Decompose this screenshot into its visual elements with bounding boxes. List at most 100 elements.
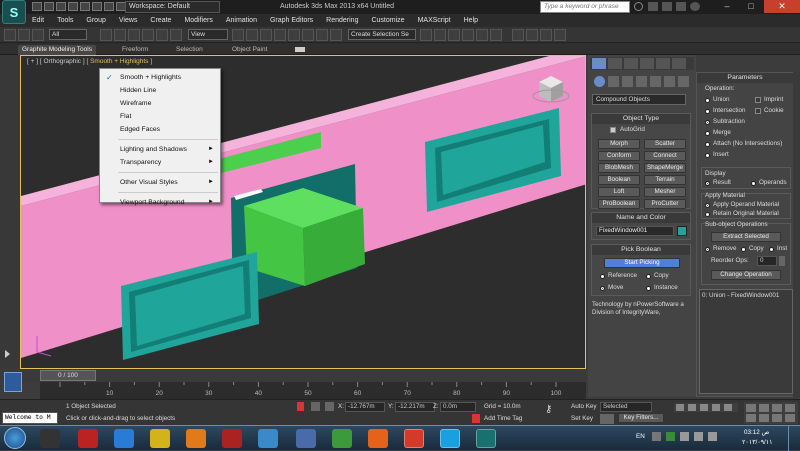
motion-tab-icon[interactable]: [640, 58, 654, 69]
viewport-plus-menu[interactable]: [ + ]: [27, 58, 38, 65]
set-key-button[interactable]: Set Key: [571, 415, 593, 422]
copy-radio[interactable]: [741, 247, 746, 252]
lock-selection-icon[interactable]: [297, 402, 304, 411]
orbit-icon[interactable]: [772, 414, 782, 422]
select-by-name-icon[interactable]: [114, 29, 126, 41]
boolean-button[interactable]: Boolean: [598, 175, 640, 185]
rotate-icon[interactable]: [170, 29, 182, 41]
mirror-icon[interactable]: [420, 29, 432, 41]
play-icon[interactable]: [700, 404, 708, 411]
x-coordinate-input[interactable]: -12.767m: [345, 402, 385, 412]
search-input[interactable]: Type a keyword or phrase: [540, 1, 630, 13]
shapes-icon[interactable]: [608, 76, 619, 87]
menu-item-flat[interactable]: Flat: [100, 110, 220, 123]
default-in-out-tangents-icon[interactable]: [600, 414, 614, 424]
cookie-checkbox[interactable]: [755, 108, 761, 114]
imprint-checkbox[interactable]: [755, 97, 761, 103]
autogrid-checkbox[interactable]: [610, 127, 616, 133]
menu-item-transparency[interactable]: Transparency ►: [100, 156, 220, 169]
menu-customize[interactable]: Customize: [371, 17, 404, 24]
menu-animation[interactable]: Animation: [226, 17, 257, 24]
spinner-snap-icon[interactable]: [316, 29, 328, 41]
curve-editor-icon[interactable]: [476, 29, 488, 41]
attach-radio[interactable]: [705, 142, 710, 147]
goto-start-icon[interactable]: [676, 404, 684, 411]
key-icon[interactable]: ⚷: [545, 404, 559, 418]
zoom-extents-all-icon[interactable]: [785, 404, 795, 412]
taskbar-autocad-icon[interactable]: [222, 429, 242, 448]
isolate-icon[interactable]: [311, 402, 320, 411]
zoom-all-icon[interactable]: [759, 404, 769, 412]
extract-selected-button[interactable]: Extract Selected: [711, 232, 781, 242]
systems-icon[interactable]: [678, 76, 689, 87]
render-production-icon[interactable]: [554, 29, 566, 41]
display-operands-radio[interactable]: [751, 181, 756, 186]
next-frame-icon[interactable]: [712, 404, 720, 411]
taskbar-nero-icon[interactable]: [186, 429, 206, 448]
space-warps-icon[interactable]: [664, 76, 675, 87]
reorder-ops-input[interactable]: 0: [757, 256, 777, 266]
schematic-view-icon[interactable]: [490, 29, 502, 41]
taskbar-app2-icon[interactable]: [332, 429, 352, 448]
angle-snap-icon[interactable]: [288, 29, 300, 41]
undo-icon[interactable]: [68, 2, 78, 11]
percent-snap-icon[interactable]: [302, 29, 314, 41]
viewport-shading-menu[interactable]: [ Smooth + Highlights ]: [86, 58, 152, 65]
selection-filter-dropdown[interactable]: All: [49, 29, 87, 40]
conform-button[interactable]: Conform: [598, 151, 640, 161]
undo-icon[interactable]: [4, 29, 16, 41]
lights-icon[interactable]: [622, 76, 633, 87]
favorites-icon[interactable]: [676, 2, 686, 11]
operands-list[interactable]: 0: Union - FixedWindow001: [699, 289, 793, 394]
tab-selection[interactable]: Selection: [176, 45, 203, 55]
retain-original-material-radio[interactable]: [705, 212, 710, 217]
modify-tab-icon[interactable]: [608, 58, 622, 69]
open-file-icon[interactable]: [44, 2, 54, 11]
mini-listener-icon[interactable]: [4, 372, 22, 392]
maxscript-listener-input[interactable]: Welcome to M: [2, 412, 58, 424]
list-item[interactable]: 0: Union - FixedWindow001: [702, 292, 779, 299]
network-icon[interactable]: [680, 432, 689, 441]
battery-icon[interactable]: [708, 432, 717, 441]
menu-item-wireframe[interactable]: Wireframe: [100, 97, 220, 110]
taskbar-firefox-icon[interactable]: [368, 429, 388, 448]
loft-button[interactable]: Loft: [598, 187, 640, 197]
menu-item-smooth-highlights[interactable]: ✓ Smooth + Highlights: [100, 71, 220, 84]
taskbar-explorer-icon[interactable]: [40, 429, 60, 448]
rollout-title[interactable]: Name and Color: [592, 213, 690, 223]
edit-named-selection-icon[interactable]: [330, 29, 342, 41]
subscription-icon[interactable]: [648, 2, 658, 11]
material-editor-icon[interactable]: [512, 29, 524, 41]
redo-icon[interactable]: [18, 29, 30, 41]
tab-freeform[interactable]: Freeform: [122, 45, 148, 55]
cameras-icon[interactable]: [636, 76, 647, 87]
help-icon[interactable]: [690, 2, 700, 11]
taskbar-acrobat-icon[interactable]: [78, 429, 98, 448]
geometry-icon[interactable]: [594, 76, 605, 87]
maximize-button[interactable]: □: [740, 0, 762, 13]
menu-graph-editors[interactable]: Graph Editors: [270, 17, 313, 24]
clock-date[interactable]: ۲۰۱۳/۰۹/۱۱: [742, 439, 773, 446]
reorder-spinner-icon[interactable]: [779, 256, 785, 266]
volume-icon[interactable]: [694, 432, 703, 441]
key-mode-dropdown[interactable]: Selected: [600, 402, 652, 412]
rollout-title[interactable]: Object Type: [592, 114, 690, 124]
display-result-radio[interactable]: [705, 181, 710, 186]
goto-end-icon[interactable]: [724, 404, 732, 411]
morph-button[interactable]: Morph: [598, 139, 640, 149]
union-radio[interactable]: [705, 98, 710, 103]
menu-create[interactable]: Create: [150, 17, 171, 24]
connect-button[interactable]: Connect: [644, 151, 686, 161]
hold-icon[interactable]: [92, 2, 102, 11]
search-icon[interactable]: [634, 2, 643, 11]
workspace-dropdown[interactable]: Workspace: Default: [125, 1, 220, 13]
procutter-button[interactable]: ProCutter: [644, 199, 686, 209]
shapemerge-button[interactable]: ShapeMerge: [644, 163, 686, 173]
select-manipulate-icon[interactable]: [246, 29, 258, 41]
z-coordinate-input[interactable]: 0.0m: [440, 402, 476, 412]
instance-radio[interactable]: [646, 286, 651, 291]
taskbar-skype-icon[interactable]: [440, 429, 460, 448]
save-file-icon[interactable]: [56, 2, 66, 11]
track-bar[interactable]: 10 20 30 40 50 60 70 80 90 100: [40, 382, 586, 399]
tab-graphite-modeling-tools[interactable]: Graphite Modeling Tools: [18, 45, 96, 55]
